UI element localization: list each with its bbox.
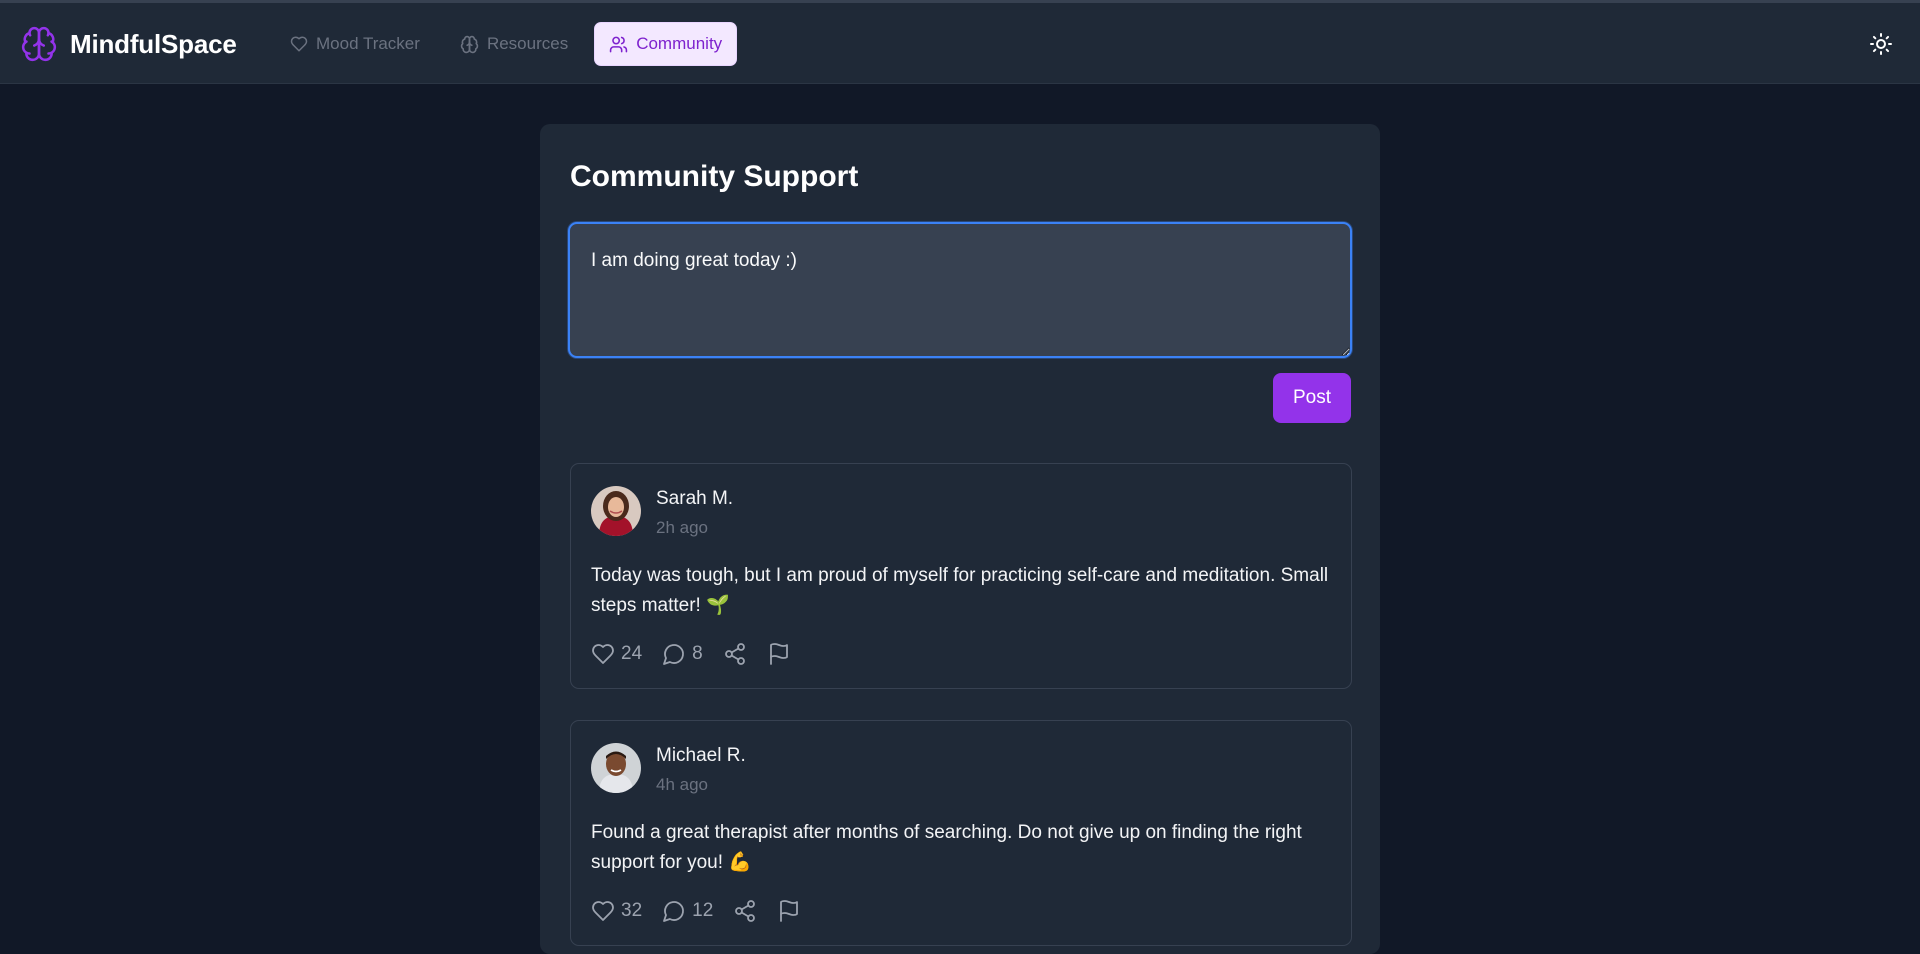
page-title: Community Support [570, 160, 859, 193]
post-author[interactable]: Sarah M. [656, 488, 733, 510]
post-timestamp: 4h ago [656, 775, 708, 794]
sun-icon [1869, 32, 1893, 61]
nav-community-label: Community [636, 34, 723, 53]
post-card: Sarah M. 2h ago Today was tough, but I a… [570, 463, 1352, 689]
users-icon [609, 35, 628, 54]
post-text: Today was tough, but I am proud of mysel… [591, 565, 1329, 616]
flag-icon [767, 642, 791, 666]
heart-icon [591, 642, 615, 666]
main-nav: Mood Tracker Resources Community [276, 22, 738, 66]
report-button[interactable] [777, 899, 801, 923]
flag-icon [777, 899, 801, 923]
nav-resources-label: Resources [486, 34, 569, 53]
comment-button[interactable]: 8 [662, 642, 703, 666]
brand-name: MindfulSpace [70, 28, 237, 59]
share-button[interactable] [733, 899, 757, 923]
avatar[interactable] [591, 743, 641, 793]
comment-icon [662, 899, 686, 923]
brain-logo-icon [20, 25, 58, 63]
post-actions: 32 12 [591, 899, 801, 923]
heart-icon [591, 899, 615, 923]
post-author[interactable]: Michael R. [656, 745, 746, 767]
nav-resources[interactable]: Resources [446, 22, 582, 66]
comment-icon [662, 642, 686, 666]
nav-community[interactable]: Community [594, 22, 738, 66]
brand[interactable]: MindfulSpace [20, 25, 237, 63]
comment-button[interactable]: 12 [662, 899, 713, 923]
top-navbar: MindfulSpace Mood Tracker Resources Comm… [0, 3, 1920, 84]
like-button[interactable]: 24 [591, 642, 642, 666]
nav-mood-tracker-label: Mood Tracker [316, 34, 420, 53]
like-count: 32 [621, 900, 643, 921]
post-card: Michael R. 4h ago Found a great therapis… [570, 720, 1352, 946]
post-button[interactable]: Post [1273, 373, 1351, 423]
share-icon [733, 899, 757, 923]
share-icon [723, 642, 747, 666]
comment-count: 12 [692, 900, 714, 921]
avatar[interactable] [591, 486, 641, 536]
theme-toggle-button[interactable] [1866, 31, 1896, 61]
community-panel: Community Support Post Sarah M. 2h ago T… [540, 124, 1380, 954]
share-button[interactable] [723, 642, 747, 666]
comment-count: 8 [692, 643, 703, 664]
brain-icon [460, 35, 479, 54]
post-composer-input[interactable] [568, 222, 1352, 358]
post-actions: 24 8 [591, 642, 791, 666]
post-timestamp: 2h ago [656, 518, 708, 537]
like-count: 24 [621, 643, 643, 664]
post-text: Found a great therapist after months of … [591, 822, 1302, 873]
report-button[interactable] [767, 642, 791, 666]
heart-icon [290, 35, 308, 53]
nav-mood-tracker[interactable]: Mood Tracker [276, 22, 434, 66]
like-button[interactable]: 32 [591, 899, 642, 923]
